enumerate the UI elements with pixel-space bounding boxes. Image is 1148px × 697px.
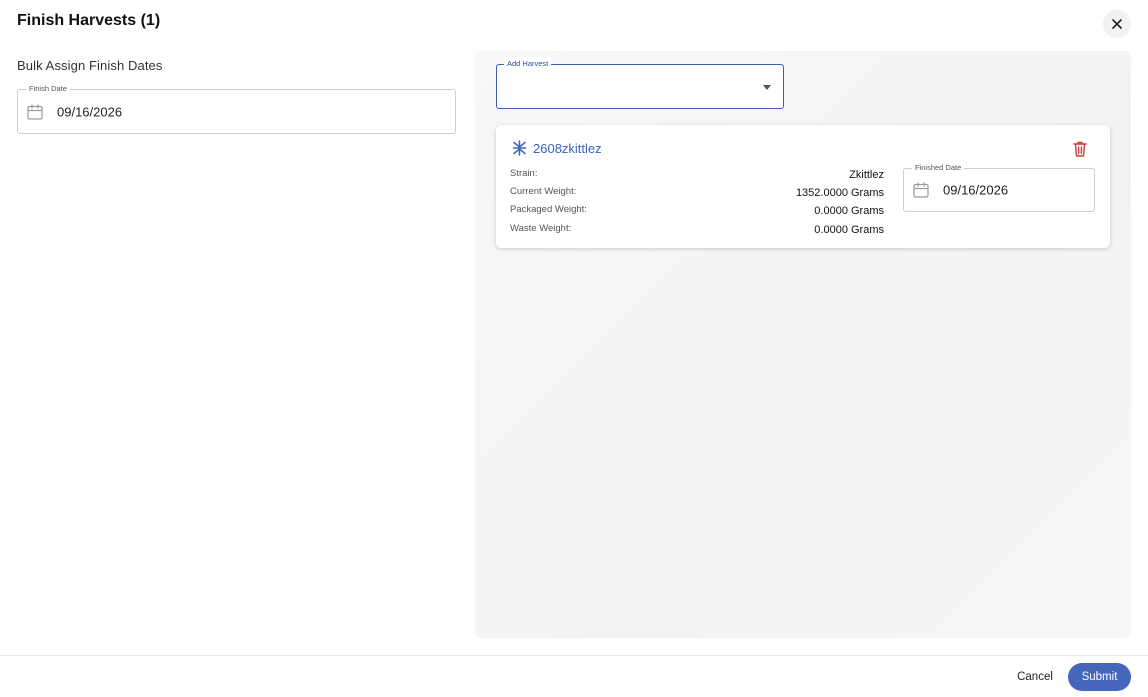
harvest-panel: Add Harvest 2608zkittlez Strain: Zkittle… — [475, 51, 1131, 638]
packaged-weight-label: Packaged Weight: — [510, 204, 587, 215]
finished-date-field[interactable]: Finished Date 09/16/2026 — [903, 161, 1095, 212]
strain-label: Strain: — [510, 168, 538, 179]
waste-weight-value: 0.0000 Grams — [814, 224, 884, 236]
add-harvest-label: Add Harvest — [504, 57, 552, 71]
add-harvest-select[interactable]: Add Harvest — [496, 57, 784, 109]
harvest-icon — [512, 140, 527, 156]
calendar-icon[interactable] — [912, 181, 930, 199]
packaged-weight-value: 0.0000 Grams — [814, 205, 884, 217]
calendar-icon[interactable] — [26, 103, 44, 121]
trash-icon[interactable] — [1072, 140, 1088, 158]
finish-date-field[interactable]: Finish Date 09/16/2026 — [17, 82, 456, 134]
footer-divider — [0, 655, 1148, 656]
harvest-card: 2608zkittlez Strain: Zkittlez Current We… — [496, 125, 1110, 248]
harvest-header: 2608zkittlez — [512, 140, 602, 156]
current-weight-value: 1352.0000 Grams — [795, 187, 884, 199]
close-icon — [1112, 19, 1122, 29]
current-weight-label: Current Weight: — [510, 186, 577, 197]
submit-button[interactable]: Submit — [1068, 663, 1131, 691]
bulk-assign-heading: Bulk Assign Finish Dates — [17, 58, 163, 73]
finished-date-label: Finished Date — [912, 161, 965, 175]
finish-date-value[interactable]: 09/16/2026 — [57, 104, 122, 119]
finish-date-label: Finish Date — [26, 82, 70, 96]
finish-harvests-dialog: Finish Harvests (1) Bulk Assign Finish D… — [0, 0, 1148, 697]
cancel-button[interactable]: Cancel — [1008, 664, 1062, 690]
strain-value: Zkittlez — [849, 169, 884, 181]
finished-date-value[interactable]: 09/16/2026 — [943, 183, 1008, 198]
harvest-name-link[interactable]: 2608zkittlez — [533, 141, 602, 156]
close-button[interactable] — [1103, 10, 1131, 38]
chevron-down-icon[interactable] — [763, 85, 771, 90]
waste-weight-label: Waste Weight: — [510, 223, 572, 234]
dialog-title: Finish Harvests (1) — [17, 12, 161, 29]
